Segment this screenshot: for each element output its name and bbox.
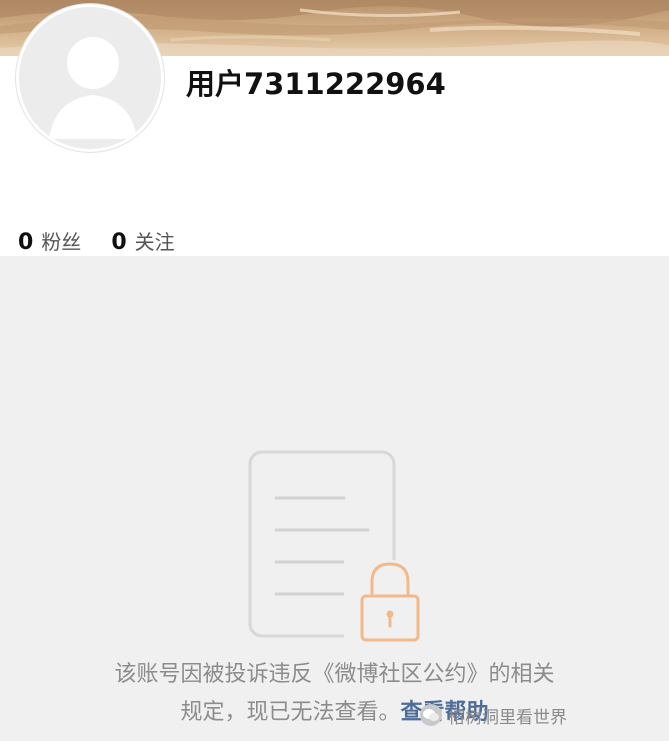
wechat-icon bbox=[420, 704, 442, 726]
default-avatar-icon bbox=[49, 37, 137, 139]
watermark-text: 榕树洞里看世界 bbox=[448, 707, 567, 728]
account-restricted-panel: 该账号因被投诉违反《微博社区公约》的相关 规定，现已无法查看。查看帮助 榕树洞里… bbox=[0, 256, 669, 741]
following-label: 关注 bbox=[134, 229, 175, 254]
restriction-notice-text: 规定，现已无法查看。 bbox=[180, 700, 401, 725]
wechat-watermark: 榕树洞里看世界 bbox=[420, 700, 567, 730]
followers-count: 0 bbox=[18, 229, 34, 255]
following-stat[interactable]: 0 关注 bbox=[111, 226, 174, 255]
locked-document-icon bbox=[248, 450, 424, 646]
followers-stat[interactable]: 0 粉丝 bbox=[18, 226, 81, 255]
followers-label: 粉丝 bbox=[41, 229, 82, 254]
restriction-notice-line1: 该账号因被投诉违反《微博社区公约》的相关 bbox=[114, 662, 555, 687]
username: 用户7311222964 bbox=[186, 67, 446, 101]
following-count: 0 bbox=[111, 229, 127, 255]
avatar[interactable] bbox=[16, 4, 164, 152]
profile-stats: 0 粉丝 0 关注 bbox=[18, 224, 205, 256]
restriction-notice-line2: 规定，现已无法查看。查看帮助 bbox=[0, 696, 669, 730]
